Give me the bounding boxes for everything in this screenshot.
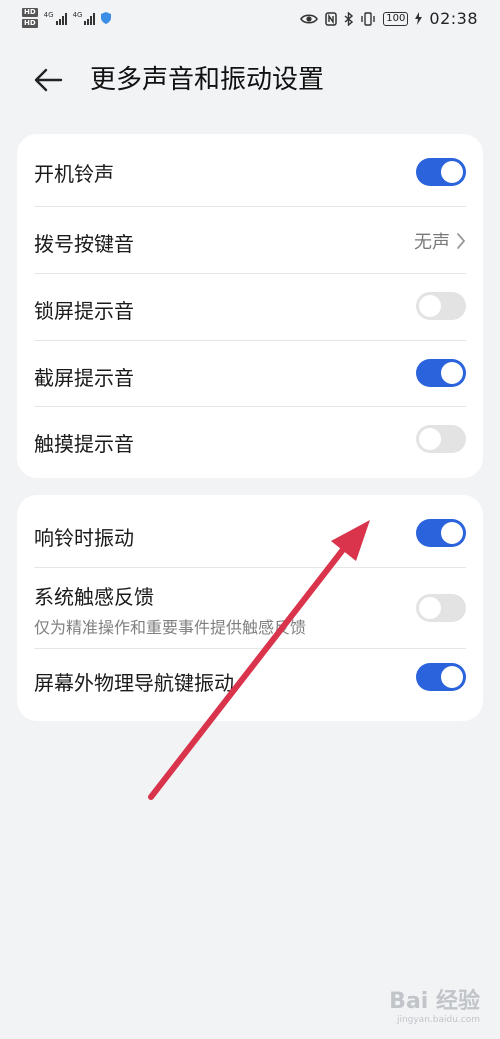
nfc-icon xyxy=(325,11,338,26)
haptic-feedback-toggle[interactable] xyxy=(416,594,466,622)
charging-icon xyxy=(415,12,423,25)
toggle-knob xyxy=(441,161,463,183)
row-lock-screen-sound[interactable]: 锁屏提示音 xyxy=(17,274,483,340)
row-boot-ringtone[interactable]: 开机铃声 xyxy=(17,134,483,206)
signal-icon-2: 4G xyxy=(73,11,96,25)
status-bar: HD HD 4G 4G 100 02:38 xyxy=(0,0,500,40)
battery-icon: 100 xyxy=(383,11,409,26)
clock: 02:38 xyxy=(429,9,478,28)
vibration-settings-card: 响铃时振动 系统触感反馈 仅为精准操作和重要事件提供触感反馈 屏幕外物理导航键振… xyxy=(17,495,483,721)
chevron-right-icon xyxy=(457,233,466,249)
hd-badge-2: HD xyxy=(22,19,38,28)
row-nav-key-vibration[interactable]: 屏幕外物理导航键振动 xyxy=(17,649,483,721)
status-right: 100 02:38 xyxy=(300,9,478,28)
watermark-logo-text: Bai 经验 xyxy=(389,989,480,1014)
network-type-2: 4G xyxy=(72,11,83,19)
row-label: 响铃时振动 xyxy=(34,526,134,550)
bluetooth-icon xyxy=(344,11,354,26)
boot-ringtone-toggle[interactable] xyxy=(416,158,466,186)
screenshot-sound-toggle[interactable] xyxy=(416,359,466,387)
toggle-knob xyxy=(419,597,441,619)
toggle-knob xyxy=(441,666,463,688)
row-label: 截屏提示音 xyxy=(34,366,134,390)
shield-icon xyxy=(101,12,112,24)
network-type-1: 4G xyxy=(43,11,54,19)
eye-icon xyxy=(300,13,319,24)
row-label: 锁屏提示音 xyxy=(34,299,134,323)
lock-screen-sound-toggle[interactable] xyxy=(416,292,466,320)
back-arrow-icon xyxy=(34,68,63,92)
row-screenshot-sound[interactable]: 截屏提示音 xyxy=(17,341,483,407)
toggle-knob xyxy=(419,428,441,450)
signal-icon: 4G xyxy=(44,11,67,25)
vibrate-on-ring-toggle[interactable] xyxy=(416,519,466,547)
row-label: 系统触感反馈 xyxy=(34,585,154,609)
row-dial-keypad-tone[interactable]: 拨号按键音 无声 xyxy=(17,207,483,273)
row-label: 触摸提示音 xyxy=(34,432,134,456)
toggle-knob xyxy=(441,522,463,544)
header: 更多声音和振动设置 xyxy=(0,52,500,108)
row-label: 开机铃声 xyxy=(34,162,114,186)
row-vibrate-on-ring[interactable]: 响铃时振动 xyxy=(17,495,483,567)
watermark-logo: Bai 经验 jingyan.baidu.com xyxy=(389,983,480,1025)
toggle-knob xyxy=(419,295,441,317)
dial-tone-value-text: 无声 xyxy=(414,232,450,253)
hd-badges: HD HD xyxy=(22,8,38,28)
back-button[interactable] xyxy=(30,64,66,96)
vibrate-icon xyxy=(361,11,375,26)
row-haptic-feedback[interactable]: 系统触感反馈 仅为精准操作和重要事件提供触感反馈 xyxy=(17,568,483,648)
status-left: HD HD 4G 4G xyxy=(22,8,112,28)
touch-sound-toggle[interactable] xyxy=(416,425,466,453)
page-title: 更多声音和振动设置 xyxy=(90,65,325,95)
row-subtitle: 仅为精准操作和重要事件提供触感反馈 xyxy=(34,618,307,637)
row-label: 屏幕外物理导航键振动 xyxy=(34,671,234,695)
watermark-site: jingyan.baidu.com xyxy=(396,1015,480,1025)
dial-tone-value[interactable]: 无声 xyxy=(414,228,466,254)
hd-badge-1: HD xyxy=(22,8,38,17)
nav-key-vibration-toggle[interactable] xyxy=(416,663,466,691)
toggle-knob xyxy=(441,362,463,384)
sound-settings-card: 开机铃声 拨号按键音 无声 锁屏提示音 截屏提示音 触摸提示音 xyxy=(17,134,483,478)
row-touch-sound[interactable]: 触摸提示音 xyxy=(17,407,483,475)
row-label: 拨号按键音 xyxy=(34,232,134,256)
